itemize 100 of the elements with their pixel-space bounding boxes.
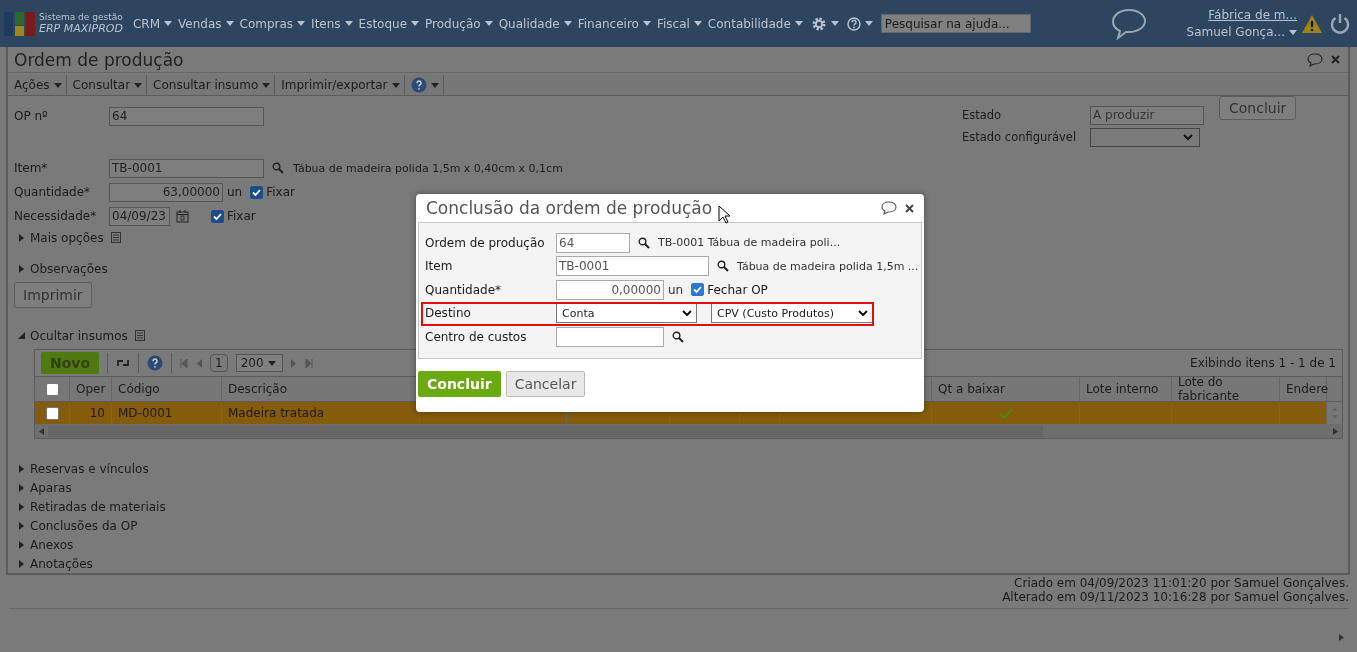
- toolbar-menu[interactable]: Imprimir/exportar: [275, 75, 405, 95]
- column-header[interactable]: Endere: [1286, 382, 1329, 396]
- column-header[interactable]: Lote interno: [1086, 382, 1159, 396]
- search-field[interactable]: Pesquisar na ajuda...: [880, 14, 1031, 33]
- expand-icon[interactable]: [18, 540, 25, 549]
- toolbar-menu[interactable]: Ações: [8, 75, 67, 95]
- checkbox[interactable]: [250, 185, 264, 199]
- status-field[interactable]: A produzir: [1090, 105, 1204, 125]
- search-icon[interactable]: [638, 236, 650, 249]
- column-header[interactable]: Oper: [76, 382, 106, 396]
- checkbox[interactable]: [211, 209, 224, 223]
- refresh-icon[interactable]: [116, 357, 131, 369]
- checkbox[interactable]: [45, 406, 59, 420]
- collapse-icon[interactable]: [18, 331, 25, 340]
- menu-item[interactable]: Qualidade: [498, 16, 560, 31]
- expand-icon[interactable]: [18, 464, 25, 473]
- section-toggle[interactable]: Conclusões da OP: [30, 518, 138, 533]
- list-icon[interactable]: [110, 232, 121, 243]
- comment-icon[interactable]: [1307, 52, 1323, 67]
- chevron-icon: [858, 309, 868, 317]
- warning-icon[interactable]: [1301, 13, 1323, 34]
- caret-icon: [134, 82, 143, 88]
- print-button[interactable]: Imprimir: [14, 282, 92, 308]
- section-toggle[interactable]: Anexos: [30, 537, 74, 552]
- input-field[interactable]: TB-0001: [556, 256, 709, 277]
- audit-info: Alterado em 09/11/2023 10:16:28 por Samuel Gonçalves.: [1002, 590, 1349, 604]
- scroll-right-icon[interactable]: [1333, 427, 1338, 435]
- comment-icon[interactable]: [881, 201, 897, 215]
- conclude-button[interactable]: Concluir: [1219, 96, 1297, 120]
- close-icon[interactable]: [905, 203, 914, 213]
- scroll-left-icon[interactable]: [39, 427, 44, 435]
- expand-icon[interactable]: [18, 483, 25, 492]
- section-toggle[interactable]: Observações: [30, 261, 108, 276]
- menu-item[interactable]: CRM: [132, 16, 160, 31]
- section-toggle[interactable]: Anotações: [30, 556, 93, 571]
- field-label: Item: [425, 259, 454, 274]
- section-toggle[interactable]: Aparas: [30, 480, 72, 495]
- checkbox[interactable]: [691, 283, 705, 297]
- caret-icon: [297, 21, 306, 26]
- logo-subtitle: Sistema de gestão: [39, 12, 123, 22]
- search-icon[interactable]: [672, 330, 684, 343]
- menu-item[interactable]: Financeiro: [577, 16, 639, 31]
- expand-icon[interactable]: [18, 521, 25, 530]
- caret-icon: [484, 21, 493, 26]
- input-field[interactable]: TB-0001: [109, 158, 264, 178]
- dropdown[interactable]: Conta: [556, 303, 697, 324]
- input-field[interactable]: 64: [109, 106, 264, 126]
- section-toggle[interactable]: Retiradas de materiais: [30, 499, 166, 514]
- expand-icon[interactable]: [18, 233, 25, 242]
- help-icon[interactable]: [846, 16, 861, 31]
- menu-item[interactable]: Compras: [239, 16, 294, 31]
- menu-item[interactable]: Fiscal: [656, 16, 690, 31]
- help-icon[interactable]: [410, 77, 427, 94]
- user-name[interactable]: Samuel Gonça...: [1186, 25, 1285, 39]
- scroll-right-icon[interactable]: [1339, 634, 1344, 641]
- input-field[interactable]: 0,00000: [556, 279, 664, 300]
- toolbar-menu[interactable]: Consultar insumo: [147, 75, 276, 95]
- chat-icon[interactable]: [1110, 7, 1147, 40]
- cancel-button[interactable]: Cancelar: [505, 371, 586, 397]
- calendar-icon[interactable]: [176, 209, 189, 223]
- caret-icon: [262, 82, 271, 88]
- field-label: Destino: [425, 306, 472, 321]
- expand-icon[interactable]: [18, 502, 25, 511]
- chevron-icon: [1183, 133, 1193, 141]
- expand-icon[interactable]: [18, 559, 25, 568]
- input-field[interactable]: 64: [556, 232, 630, 253]
- field-label: Estado: [962, 108, 1003, 122]
- dropdown[interactable]: CPV (Custo Produtos): [711, 303, 873, 324]
- list-icon[interactable]: [134, 330, 145, 341]
- section-toggle[interactable]: Reservas e vínculos: [30, 461, 149, 476]
- section-toggle[interactable]: Mais opções: [30, 230, 104, 245]
- section-toggle[interactable]: Ocultar insumos: [30, 328, 128, 343]
- checkbox-label: Fechar OP: [707, 282, 768, 297]
- expand-icon[interactable]: [18, 264, 25, 273]
- new-button[interactable]: Novo: [41, 352, 100, 374]
- column-header[interactable]: Código: [118, 382, 160, 396]
- column-header[interactable]: Qt a baixar: [938, 382, 1005, 396]
- checkbox[interactable]: [45, 382, 59, 396]
- menu-item[interactable]: Vendas: [178, 16, 222, 31]
- page-size-select[interactable]: 200: [235, 354, 283, 372]
- conclude-button[interactable]: Concluir: [418, 371, 501, 397]
- column-header[interactable]: Descrição: [228, 382, 288, 396]
- item-description: Tábua de madeira polida 1,5m ...: [737, 259, 919, 273]
- menu-item[interactable]: Produção: [425, 16, 481, 31]
- search-icon[interactable]: [717, 260, 729, 273]
- checkbox-label: Fixar: [266, 185, 295, 199]
- toolbar-menu[interactable]: Consultar: [66, 75, 148, 95]
- menu-item[interactable]: Itens: [311, 16, 341, 31]
- company-link[interactable]: Fábrica de m...: [1208, 8, 1297, 22]
- input-field[interactable]: 63,00000: [109, 182, 223, 202]
- status-select[interactable]: [1090, 127, 1200, 147]
- item-description: TB-0001 Tábua de madeira poli...: [658, 236, 841, 250]
- column-header[interactable]: Lote do fabricante: [1178, 375, 1273, 403]
- menu-item[interactable]: Contabilidade: [707, 16, 791, 31]
- page-number-field[interactable]: 1: [210, 354, 228, 372]
- settings-icon[interactable]: [810, 15, 827, 32]
- menu-item[interactable]: Estoque: [358, 16, 408, 31]
- power-icon[interactable]: [1329, 12, 1351, 35]
- date-field[interactable]: 04/09/23: [109, 206, 170, 226]
- help-icon[interactable]: [147, 355, 164, 371]
